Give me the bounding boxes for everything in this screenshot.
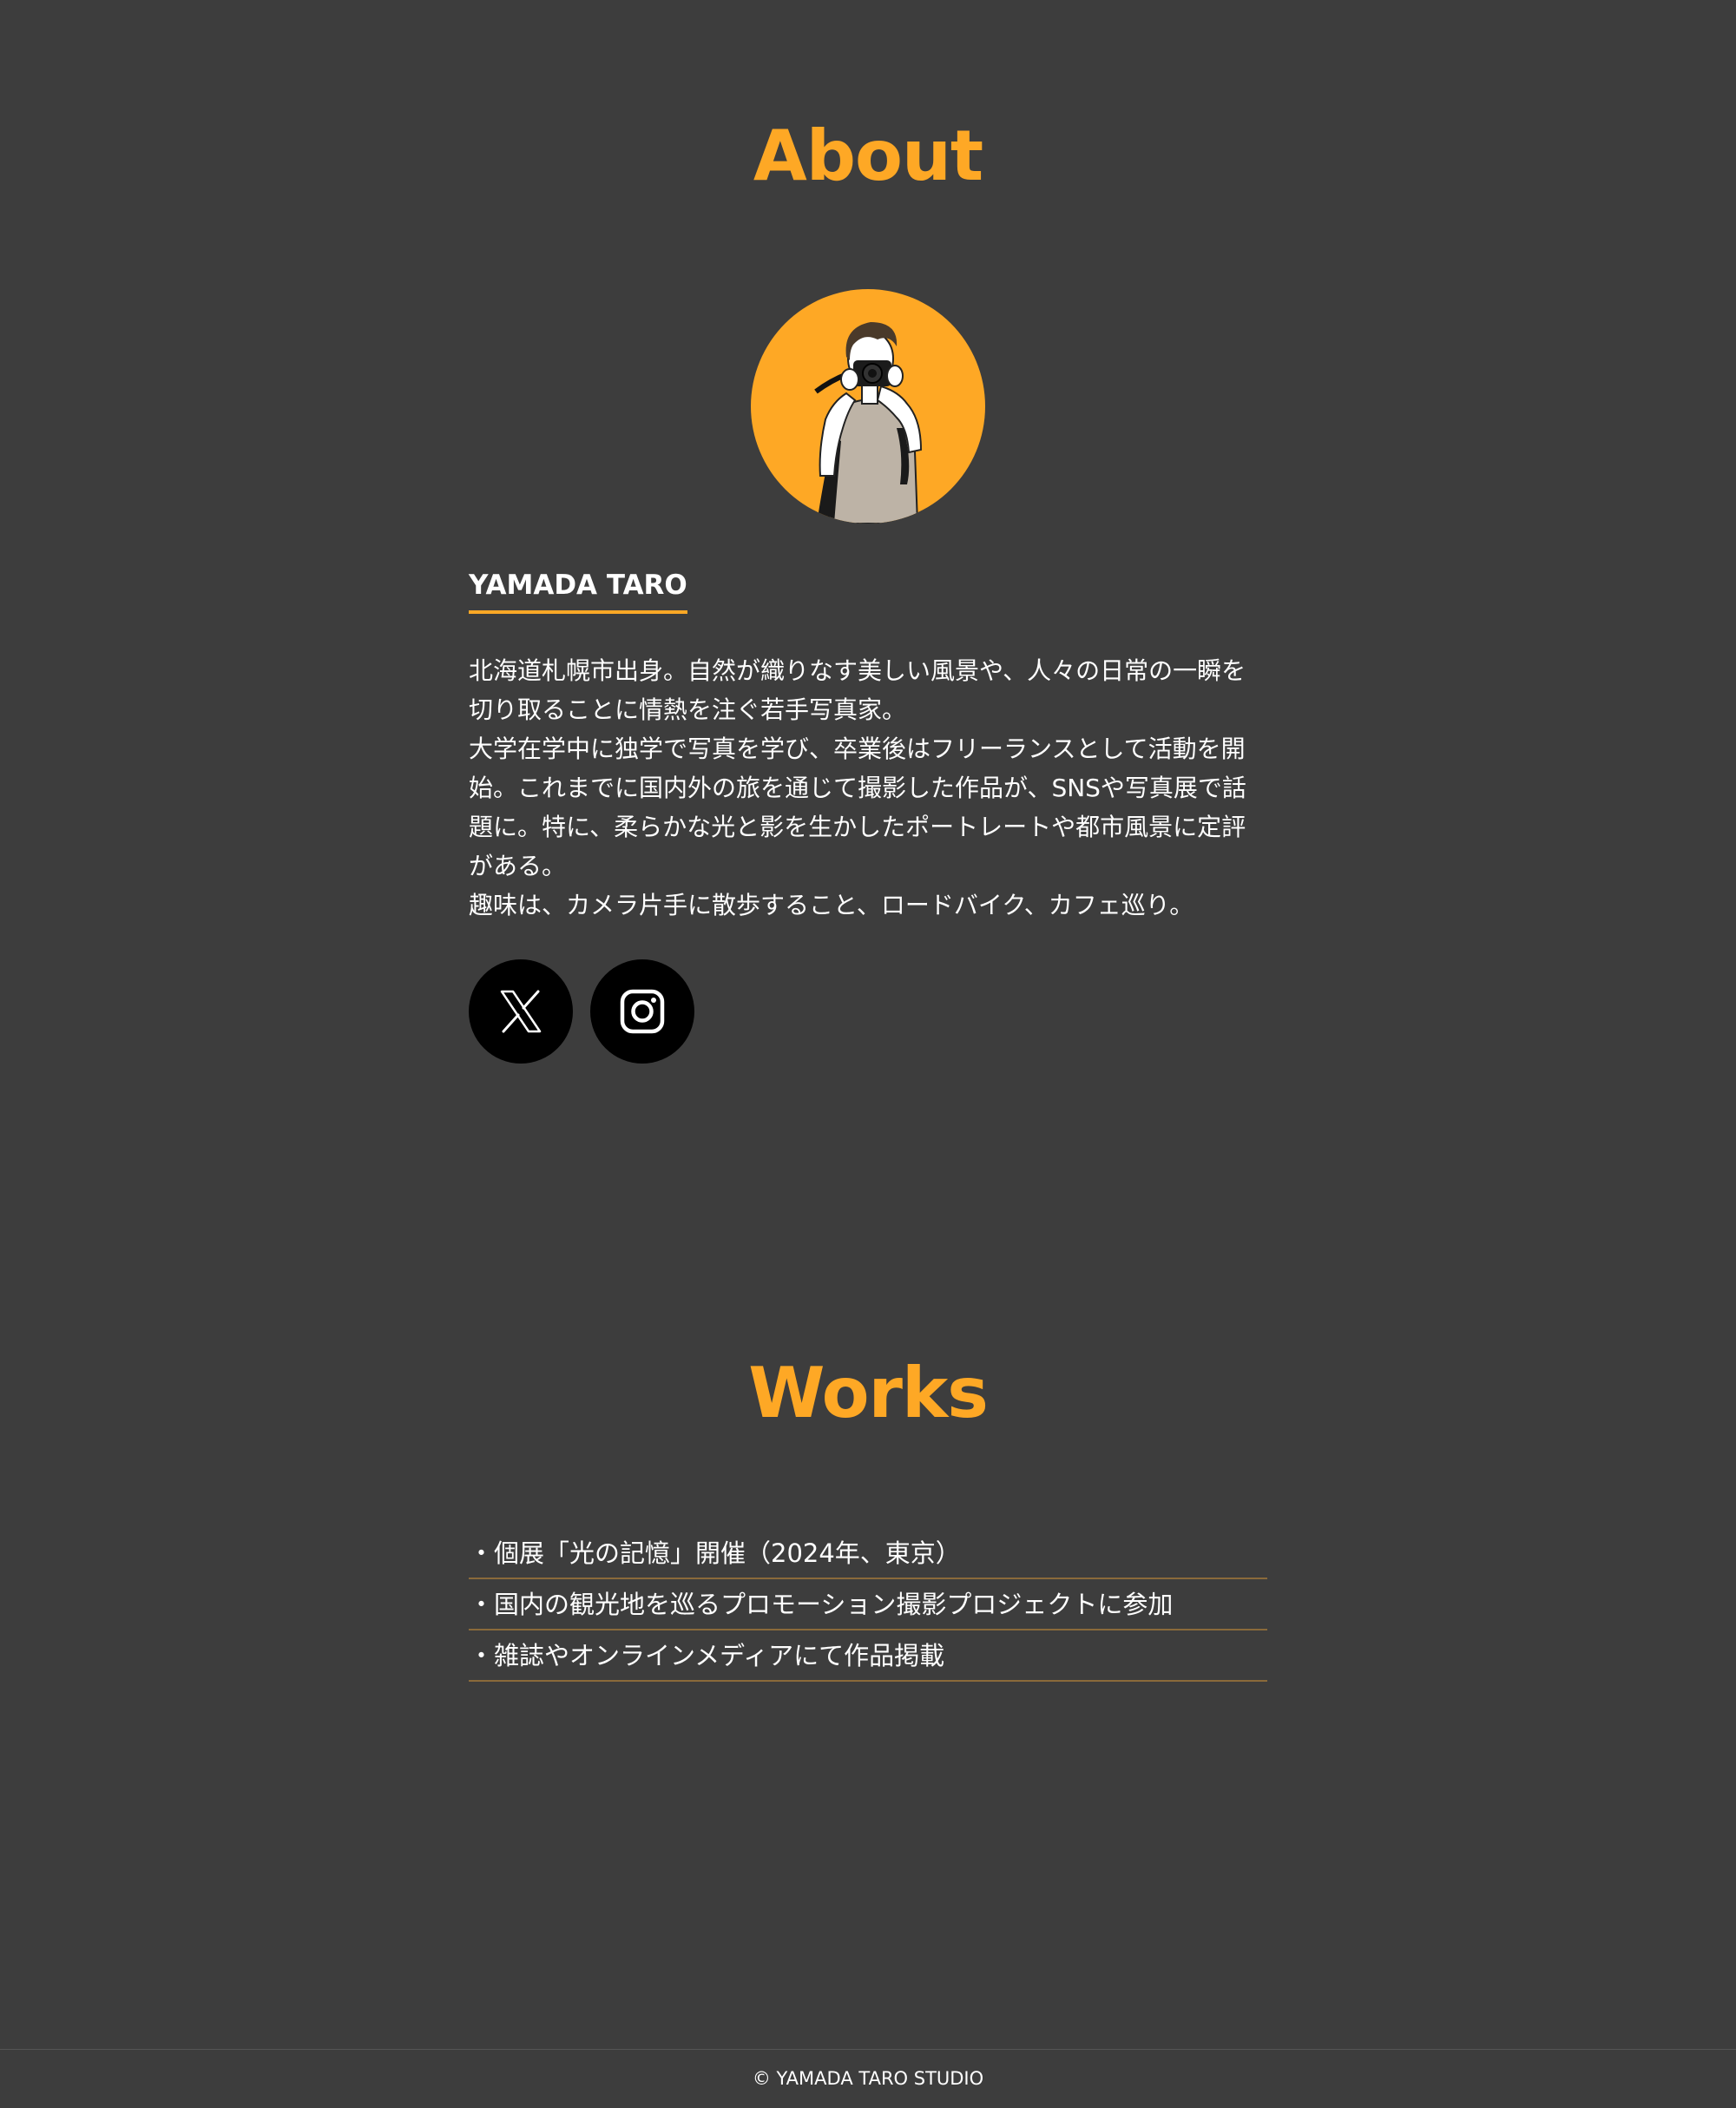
social-links xyxy=(469,959,694,1064)
x-link-button[interactable] xyxy=(469,959,573,1064)
works-list: ・個展「光の記憶」開催（2024年、東京） ・国内の観光地を巡るプロモーション撮… xyxy=(469,1530,1267,1682)
profile-name: YAMADA TARO xyxy=(469,570,687,614)
works-title: Works xyxy=(748,1353,989,1433)
bio-paragraph: 趣味は、カメラ片手に散歩すること、ロードバイク、カフェ巡り。 xyxy=(469,891,1194,919)
list-item: ・国内の観光地を巡るプロモーション撮影プロジェクトに参加 xyxy=(469,1581,1267,1630)
bio-paragraph: 大学在学中に独学で写真を学び、卒業後はフリーランスとして活動を開始。これまでに国… xyxy=(469,735,1246,880)
about-title: About xyxy=(753,115,983,196)
list-item: ・雑誌やオンラインメディアにて作品掲載 xyxy=(469,1632,1267,1682)
bio-paragraph: 北海道札幌市出身。自然が織りなす美しい風景や、人々の日常の一瞬を切り取ることに情… xyxy=(469,656,1246,724)
instagram-link-button[interactable] xyxy=(590,959,694,1064)
x-icon xyxy=(500,990,542,1033)
list-item: ・個展「光の記憶」開催（2024年、東京） xyxy=(469,1530,1267,1579)
copyright-text: © YAMADA TARO STUDIO xyxy=(752,2068,984,2089)
profile-bio: 北海道札幌市出身。自然が織りなす美しい風景や、人々の日常の一瞬を切り取ることに情… xyxy=(469,651,1259,925)
photographer-illustration-icon xyxy=(814,322,923,524)
profile-avatar xyxy=(751,289,985,524)
footer: © YAMADA TARO STUDIO xyxy=(0,2049,1736,2108)
instagram-icon xyxy=(620,989,665,1034)
